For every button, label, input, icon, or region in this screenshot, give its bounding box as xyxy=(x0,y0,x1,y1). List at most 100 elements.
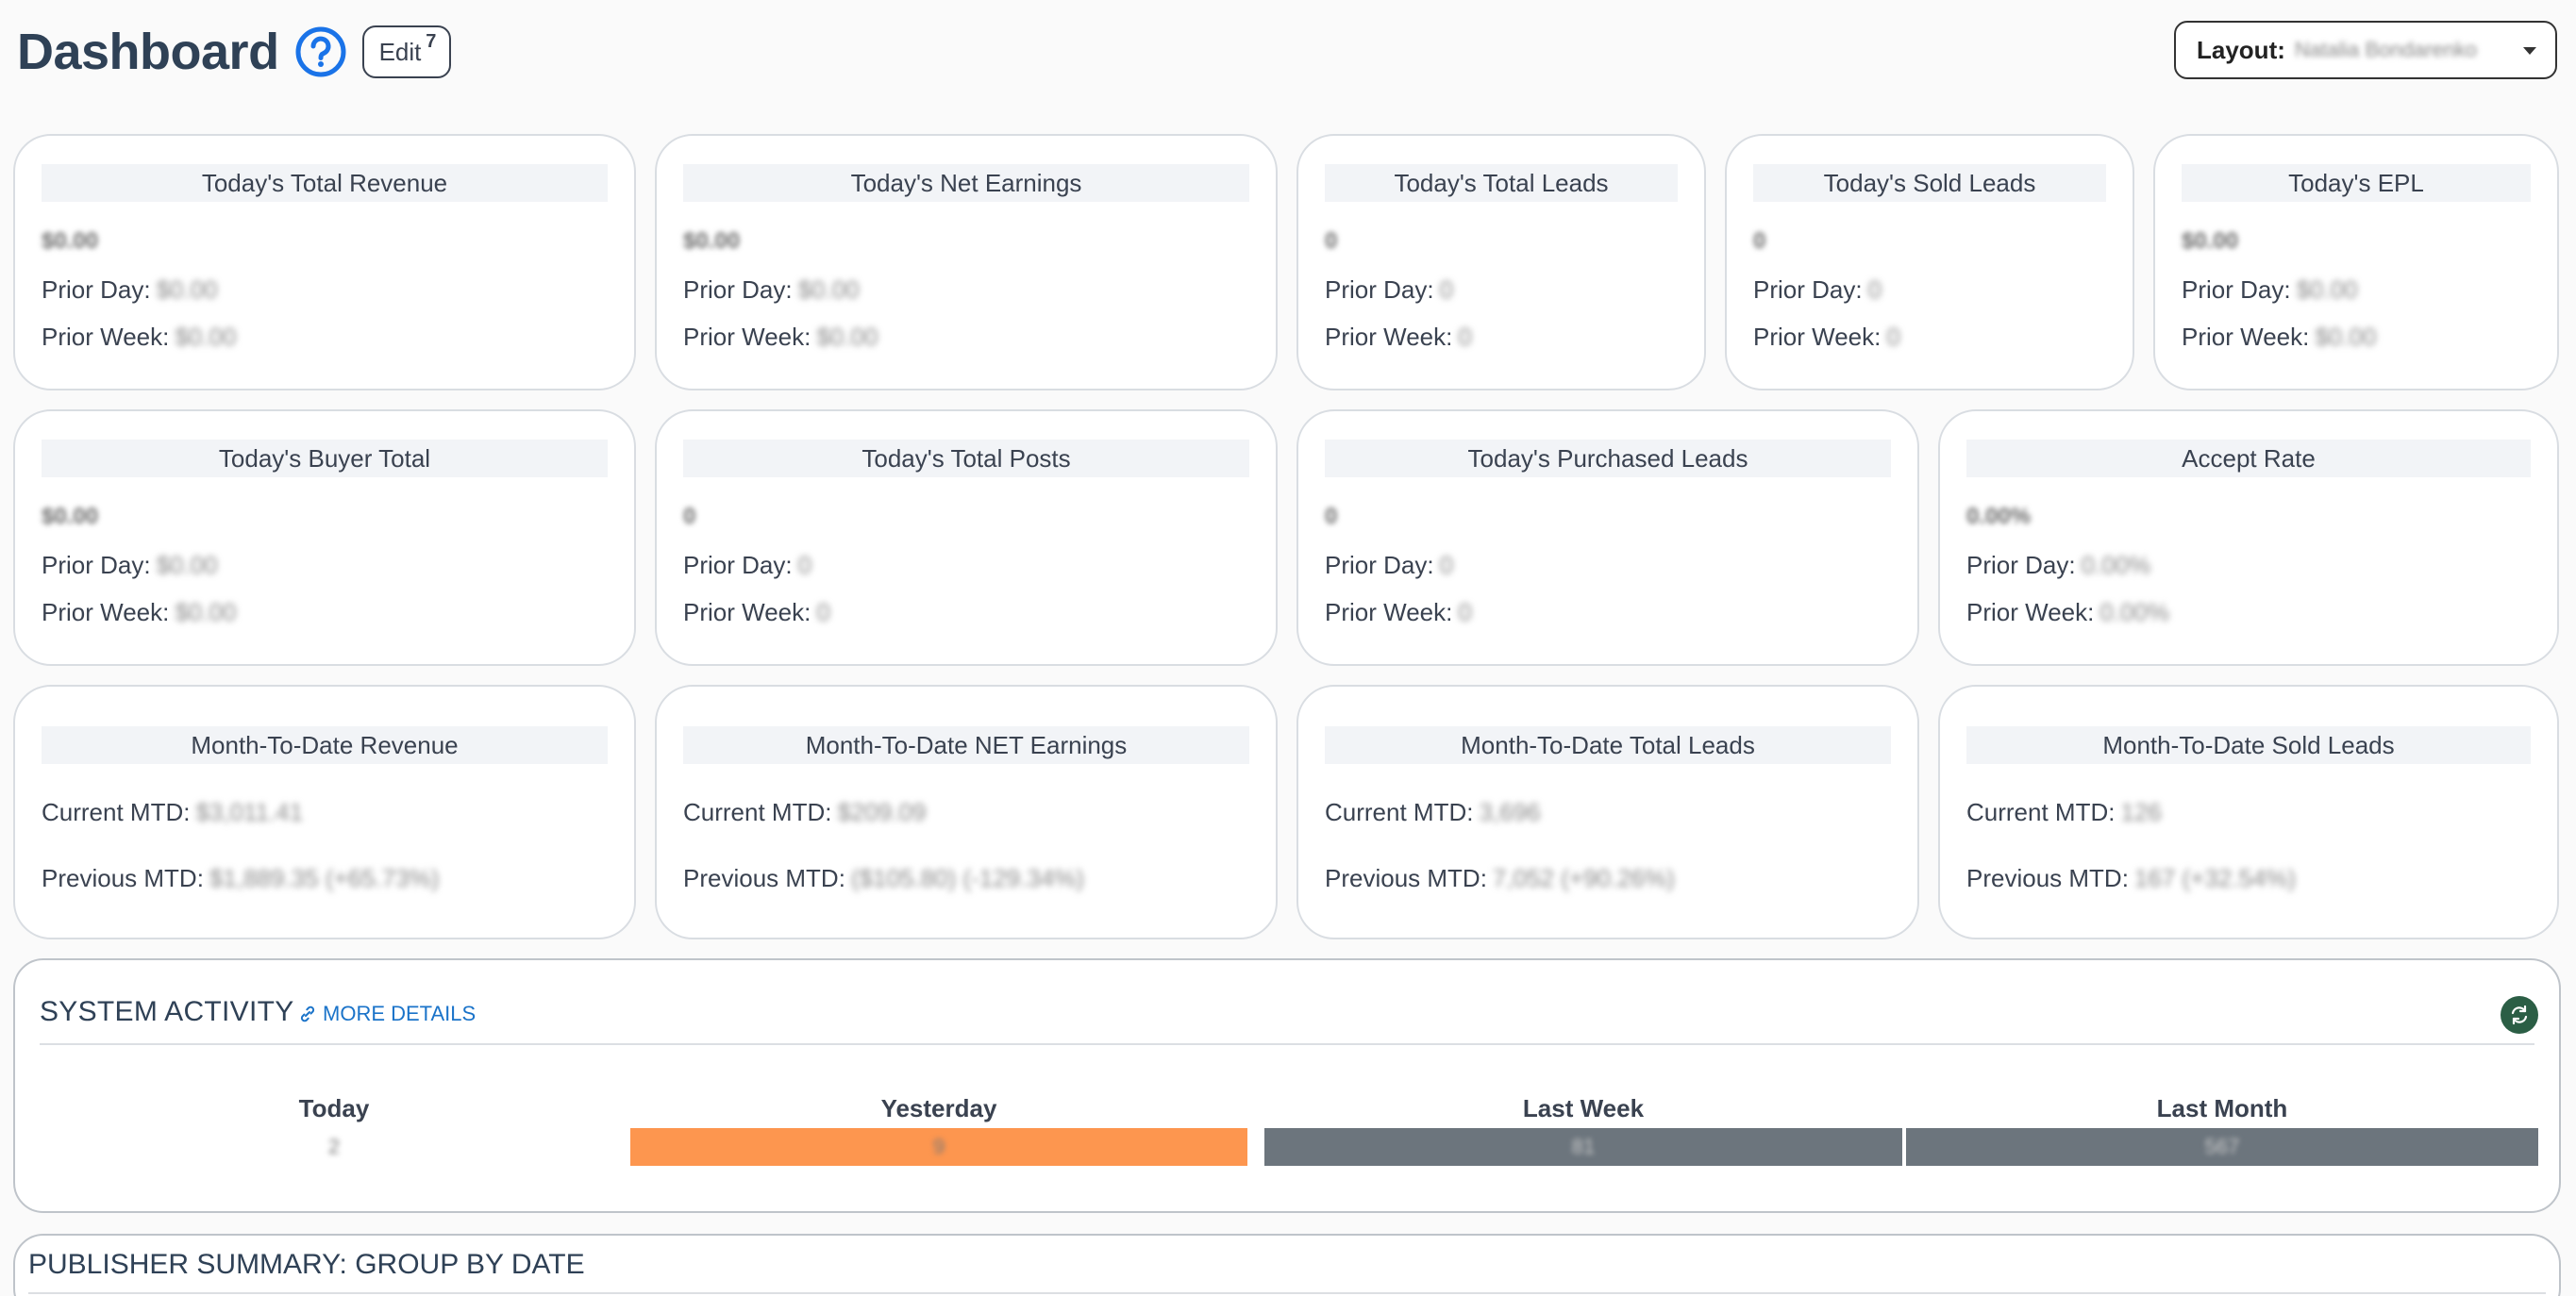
previous-mtd-value: $1,889.35 (+65.73%) xyxy=(209,864,440,892)
card-title: Month-To-Date NET Earnings xyxy=(683,726,1249,764)
current-mtd: Current MTD: $3,011.41 xyxy=(42,798,303,827)
current-mtd-value: $3,011.41 xyxy=(195,798,304,826)
card-value: 0.00% xyxy=(1966,504,2032,529)
card-title: Month-To-Date Revenue xyxy=(42,726,608,764)
prior-day-value: $0.00 xyxy=(156,551,218,579)
previous-mtd-value: 167 (+32.54%) xyxy=(2133,864,2297,892)
card-title: Today's EPL xyxy=(2182,164,2531,202)
more-details-label: MORE DETAILS xyxy=(323,1002,477,1025)
card-mtd-total-leads: Month-To-Date Total Leads Current MTD: 3,… xyxy=(1296,685,1919,939)
divider xyxy=(28,1292,2546,1294)
prior-week-label: Prior Week: xyxy=(1753,323,1882,351)
activity-label-yesterday: Yesterday xyxy=(880,1094,997,1122)
card-title: Today's Purchased Leads xyxy=(1325,440,1891,477)
card-buyer-total: Today's Buyer Total $0.00 Prior Day: $0.0… xyxy=(13,409,636,666)
previous-mtd-label: Previous MTD: xyxy=(1966,864,2129,892)
prior-week-label: Prior Week: xyxy=(683,598,811,626)
prior-day: Prior Day: 0 xyxy=(683,551,811,580)
card-total-leads: Today's Total Leads 0 Prior Day: 0 Prior … xyxy=(1296,134,1706,390)
refresh-icon[interactable] xyxy=(2501,996,2538,1034)
layout-dropdown[interactable]: Layout: Natalia Bondarenko xyxy=(2174,21,2557,79)
prior-week: Prior Week: 0.00% xyxy=(1966,598,2169,627)
current-mtd-value: $209.09 xyxy=(837,798,927,826)
prior-week-label: Prior Week: xyxy=(1325,323,1453,351)
prior-day: Prior Day: $0.00 xyxy=(42,275,218,305)
card-sold-leads: Today's Sold Leads 0 Prior Day: 0 Prior W… xyxy=(1725,134,2134,390)
current-mtd: Current MTD: 3,696 xyxy=(1325,798,1541,827)
activity-label-last-month: Last Month xyxy=(2156,1094,2288,1122)
prior-week-value: $0.00 xyxy=(816,323,878,351)
link-icon xyxy=(300,1005,315,1022)
current-mtd-label: Current MTD: xyxy=(683,798,832,826)
prior-week-value: 0 xyxy=(1458,323,1472,351)
current-mtd: Current MTD: 126 xyxy=(1966,798,2162,827)
card-mtd-revenue: Month-To-Date Revenue Current MTD: $3,011… xyxy=(13,685,636,939)
previous-mtd: Previous MTD: 167 (+32.54%) xyxy=(1966,864,2296,893)
prior-day-label: Prior Day: xyxy=(1325,275,1434,304)
prior-week-label: Prior Week: xyxy=(683,323,811,351)
prior-week: Prior Week: 0 xyxy=(683,598,830,627)
card-title: Today's Total Leads xyxy=(1325,164,1678,202)
activity-value-text: 2 xyxy=(327,1135,341,1158)
prior-day: Prior Day: $0.00 xyxy=(42,551,218,580)
prior-day-label: Prior Day: xyxy=(42,551,151,579)
prior-day: Prior Day: 0 xyxy=(1325,275,1453,305)
activity-value-today: 2 xyxy=(40,1128,628,1166)
prior-day-label: Prior Day: xyxy=(42,275,151,304)
card-title: Month-To-Date Sold Leads xyxy=(1966,726,2531,764)
card-total-posts: Today's Total Posts 0 Prior Day: 0 Prior … xyxy=(655,409,1278,666)
help-icon[interactable] xyxy=(294,25,347,78)
previous-mtd-value: ($105.80) (-129.34%) xyxy=(850,864,1085,892)
card-value: 0 xyxy=(1325,228,1338,254)
prior-week-label: Prior Week: xyxy=(42,323,170,351)
activity-value-text: 81 xyxy=(1571,1135,1596,1158)
card-epl: Today's EPL $0.00 Prior Day: $0.00 Prior … xyxy=(2153,134,2559,390)
prior-day: Prior Day: 0 xyxy=(1753,275,1882,305)
current-mtd-value: 126 xyxy=(2120,798,2162,826)
previous-mtd-label: Previous MTD: xyxy=(42,864,204,892)
prior-day-label: Prior Day: xyxy=(683,551,793,579)
card-mtd-net-earnings: Month-To-Date NET Earnings Current MTD: $… xyxy=(655,685,1278,939)
prior-week-value: 0 xyxy=(816,598,830,626)
system-activity-title: SYSTEM ACTIVITY xyxy=(40,996,294,1027)
card-total-revenue: Today's Total Revenue $0.00 Prior Day: $0… xyxy=(13,134,636,390)
card-value: $0.00 xyxy=(683,228,741,254)
layout-label: Layout: xyxy=(2197,35,2285,64)
prior-week: Prior Week: $0.00 xyxy=(42,323,236,352)
card-value: 0 xyxy=(1325,504,1338,529)
previous-mtd: Previous MTD: ($105.80) (-129.34%) xyxy=(683,864,1084,893)
activity-value-text: 9 xyxy=(932,1135,945,1158)
prior-day-value: 0 xyxy=(1867,275,1882,304)
prior-week: Prior Week: $0.00 xyxy=(42,598,236,627)
edit-button[interactable]: Edit 7 xyxy=(361,25,452,78)
more-details-link[interactable]: MORE DETAILS xyxy=(298,1002,476,1026)
card-title: Today's Net Earnings xyxy=(683,164,1249,202)
prior-day-value: $0.00 xyxy=(156,275,218,304)
card-title: Accept Rate xyxy=(1966,440,2531,477)
prior-day-value: 0 xyxy=(1439,551,1454,579)
card-value: 0 xyxy=(1753,228,1766,254)
current-mtd-label: Current MTD: xyxy=(1966,798,2116,826)
card-value: $0.00 xyxy=(2182,228,2239,254)
prior-week-value: 0.00% xyxy=(2099,598,2170,626)
publisher-summary-panel: PUBLISHER SUMMARY: GROUP BY DATE xyxy=(13,1234,2561,1296)
publisher-summary-title: PUBLISHER SUMMARY: GROUP BY DATE xyxy=(28,1249,585,1280)
previous-mtd: Previous MTD: $1,889.35 (+65.73%) xyxy=(42,864,440,893)
previous-mtd-label: Previous MTD: xyxy=(683,864,845,892)
activity-label-today: Today xyxy=(298,1094,370,1122)
activity-bar-last-week: 81 xyxy=(1264,1128,1902,1166)
prior-day-label: Prior Day: xyxy=(1753,275,1863,304)
prior-week: Prior Week: $0.00 xyxy=(683,323,878,352)
page-title: Dashboard xyxy=(17,24,279,80)
card-value: $0.00 xyxy=(42,228,99,254)
prior-week: Prior Week: 0 xyxy=(1325,323,1472,352)
card-title: Today's Sold Leads xyxy=(1753,164,2106,202)
prior-week-value: $0.00 xyxy=(175,598,237,626)
system-activity-panel: SYSTEM ACTIVITY MORE DETAILS Today 2 Yes… xyxy=(13,958,2561,1213)
prior-day: Prior Day: $0.00 xyxy=(683,275,860,305)
prior-week-value: $0.00 xyxy=(2315,323,2377,351)
card-title: Today's Buyer Total xyxy=(42,440,608,477)
prior-day-label: Prior Day: xyxy=(2182,275,2291,304)
chevron-down-icon xyxy=(2523,47,2536,55)
prior-day-label: Prior Day: xyxy=(683,275,793,304)
